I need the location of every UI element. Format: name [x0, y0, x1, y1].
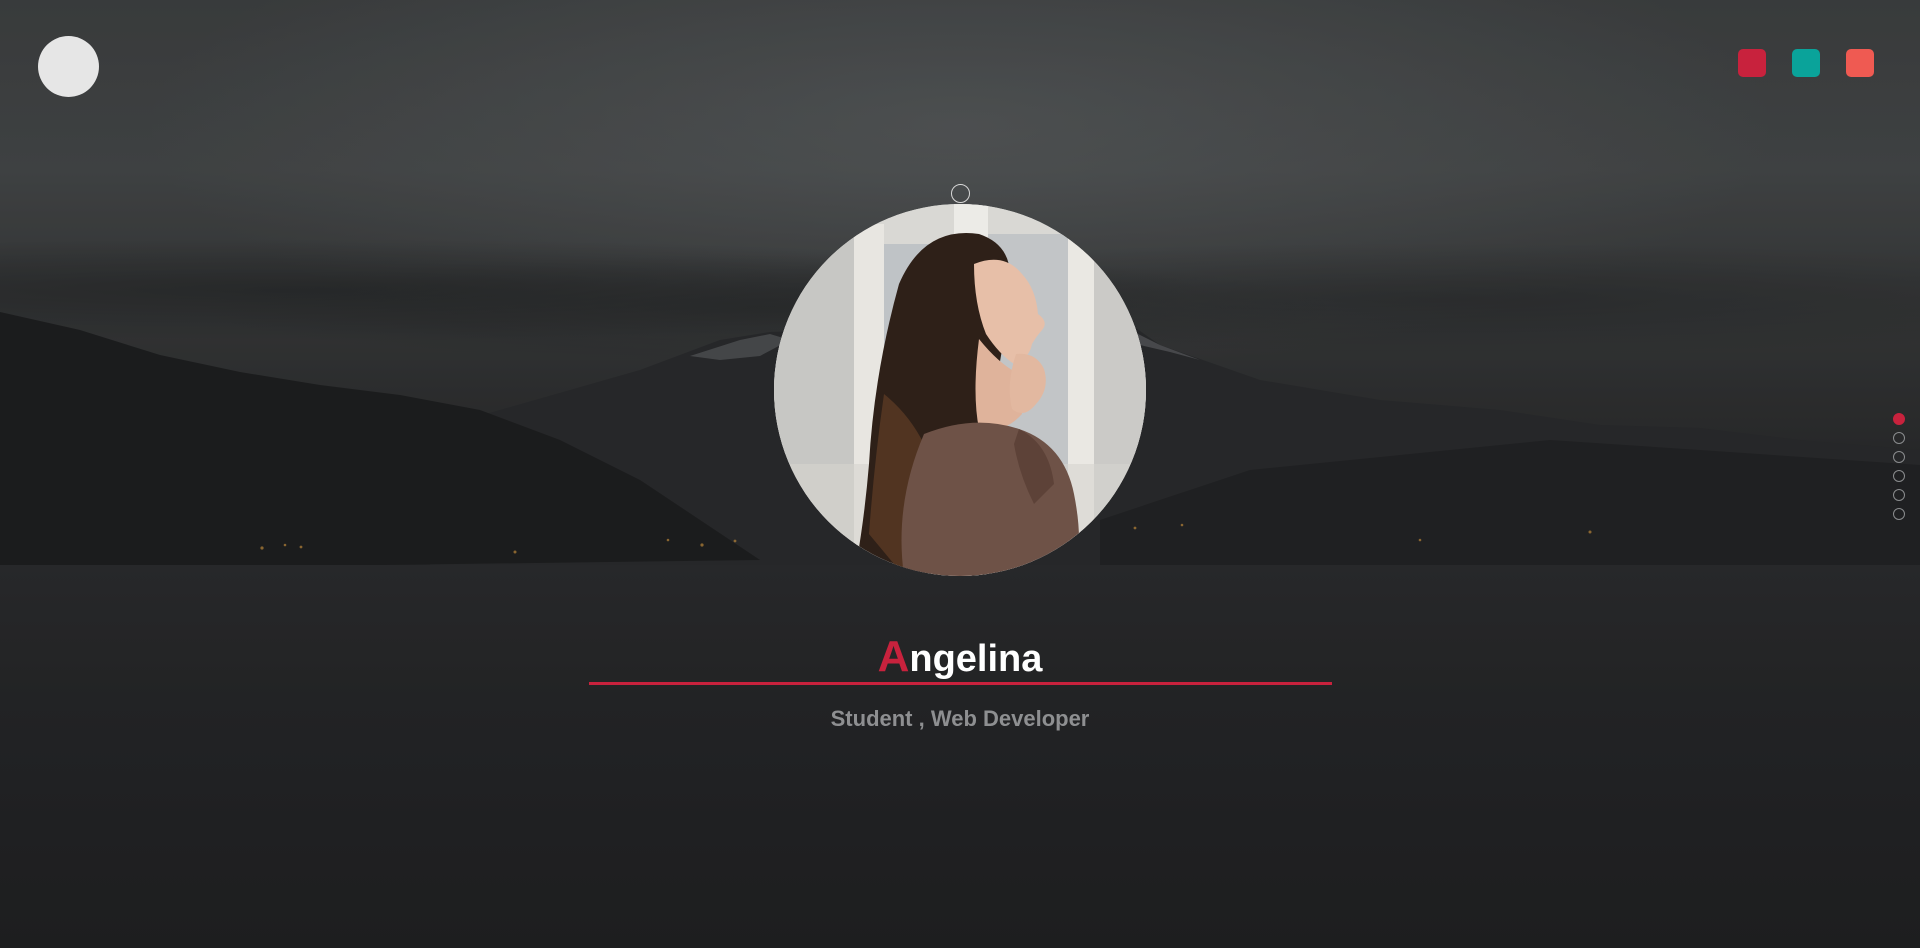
logo-avatar-icon[interactable]	[38, 36, 99, 97]
theme-swatch-coral[interactable]	[1846, 49, 1874, 77]
section-dots-nav	[1893, 413, 1905, 520]
hanger-ring-icon	[951, 184, 970, 203]
section-dot-6[interactable]	[1893, 508, 1905, 520]
name-rest: ngelina	[909, 638, 1043, 680]
section-dot-1[interactable]	[1893, 413, 1905, 425]
theme-color-picker	[1738, 49, 1874, 77]
name-underline	[589, 682, 1332, 685]
section-dot-4[interactable]	[1893, 470, 1905, 482]
profile-photo	[774, 204, 1146, 576]
section-dot-5[interactable]	[1893, 489, 1905, 501]
section-dot-3[interactable]	[1893, 451, 1905, 463]
theme-swatch-teal[interactable]	[1792, 49, 1820, 77]
profile-name: Angelina	[0, 632, 1920, 682]
name-initial: A	[877, 632, 910, 681]
hero-section: Angelina Student , Web Developer	[0, 0, 1920, 948]
theme-swatch-crimson[interactable]	[1738, 49, 1766, 77]
section-dot-2[interactable]	[1893, 432, 1905, 444]
profile-subtitle: Student , Web Developer	[830, 706, 1090, 731]
profile-photo-illustration	[774, 204, 1146, 576]
